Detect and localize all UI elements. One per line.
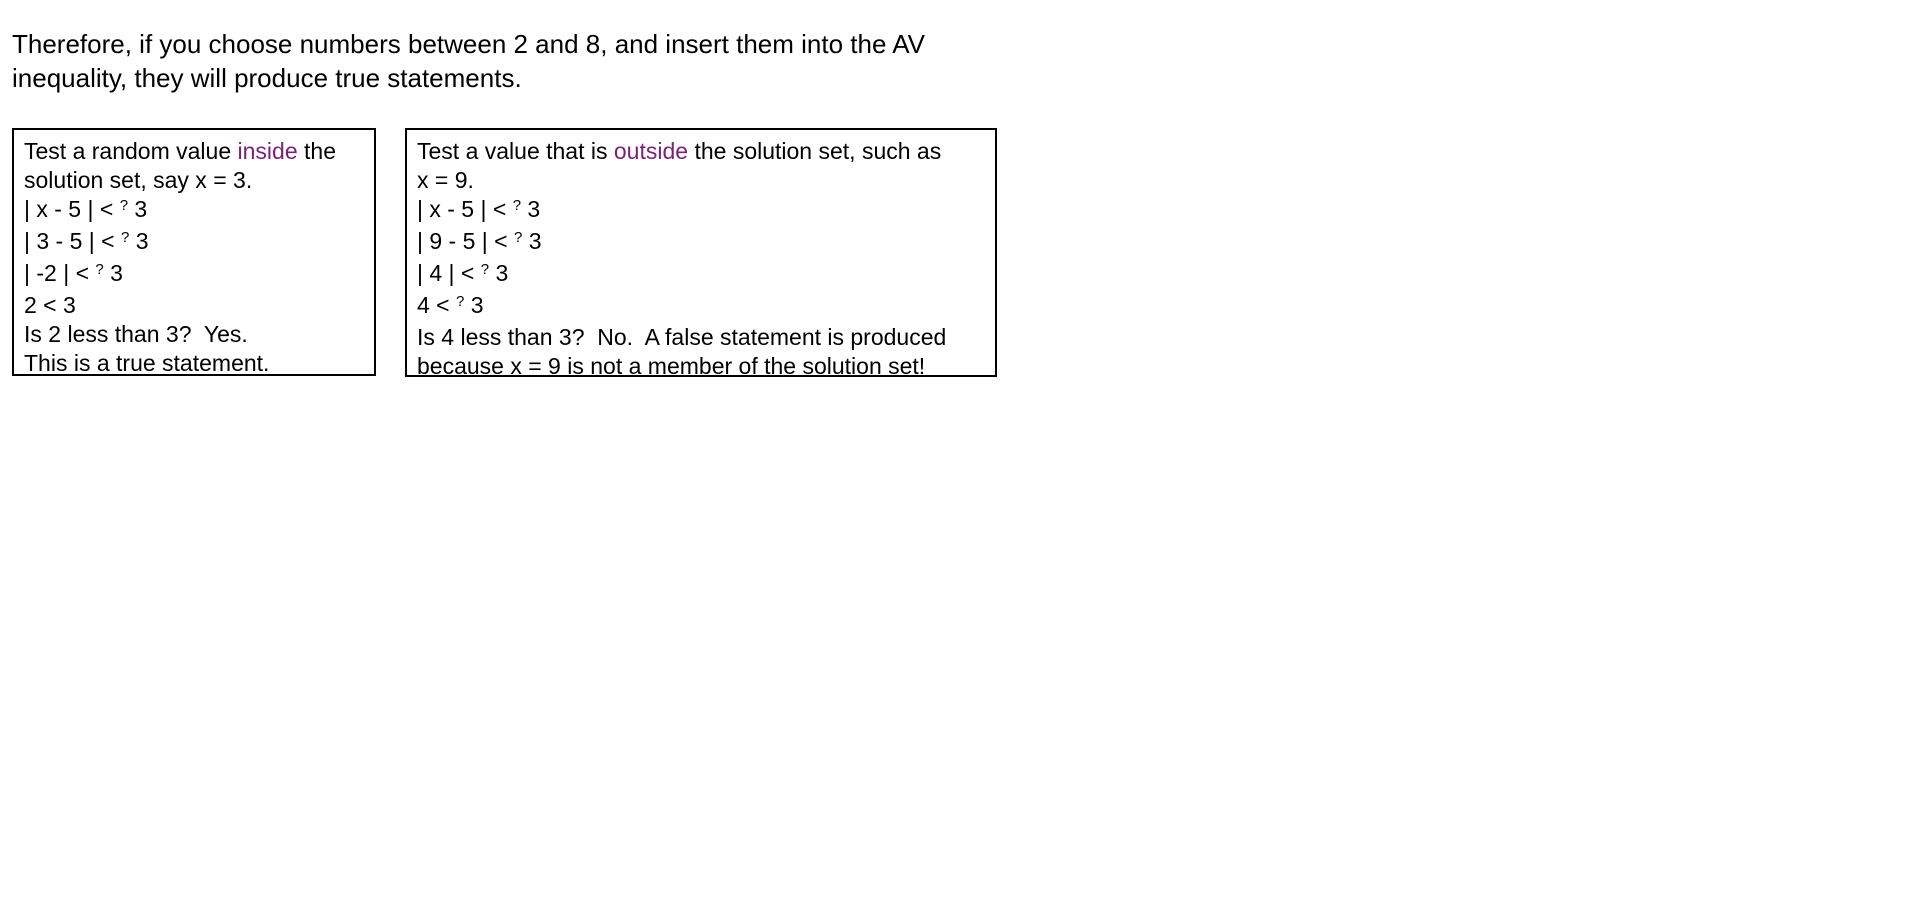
inside-keyword: inside <box>237 138 298 164</box>
outside-step-4-question-mark: ? <box>456 293 465 310</box>
outside-step-2: | 9 - 5 | < ? 3 <box>417 227 995 259</box>
inside-box-intro-before: Test a random value <box>24 138 238 164</box>
inside-step-1-question-mark: ? <box>119 197 129 214</box>
inside-step-3-rhs: 3 <box>103 260 123 286</box>
inside-step-2-rhs: 3 <box>129 228 149 254</box>
outside-step-3-question-mark: ? <box>480 261 490 278</box>
inside-step-2: | 3 - 5 | < ? 3 <box>24 227 374 259</box>
outside-value-test-box: Test a value that is outside the solutio… <box>405 128 997 379</box>
outside-conclusion: because x = 9 is not a member of the sol… <box>417 353 926 379</box>
intro-paragraph: Therefore, if you choose numbers between… <box>12 27 1112 95</box>
inside-result: 2 < 3 <box>24 292 76 318</box>
outside-box-intro-after: the solution set, such as <box>688 138 942 164</box>
inside-conclusion: This is a true statement. <box>24 350 270 376</box>
outside-keyword: outside <box>613 138 689 164</box>
intro-line-1: Therefore, if you choose numbers between… <box>12 29 925 59</box>
outside-step-1-rhs: 3 <box>521 196 541 222</box>
outside-step-3-rhs: 3 <box>489 260 509 286</box>
inside-step-1: | x - 5 | < ? 3 <box>24 195 374 227</box>
inside-step-1-rhs: 3 <box>128 196 148 222</box>
outside-step-3: | 4 | < ? 3 <box>417 259 995 291</box>
inside-box-intro-line-1: Test a random value inside the <box>24 137 374 166</box>
outside-box-intro-line-1: Test a value that is outside the solutio… <box>417 137 995 166</box>
inside-box-intro-after: the <box>297 138 336 164</box>
outside-step-1-question-mark: ? <box>512 197 522 214</box>
outside-step-4-lhs: 4 < <box>417 292 457 318</box>
outside-step-4: 4 < ? 3 <box>417 291 995 323</box>
outside-question: Is 4 less than 3? No. A false statement … <box>417 324 947 350</box>
inside-step-2-lhs: | 3 - 5 | < <box>24 228 121 254</box>
inside-box-intro-line-2: solution set, say x = 3. <box>24 167 253 193</box>
inside-question: Is 2 less than 3? Yes. <box>24 321 248 347</box>
outside-step-4-rhs: 3 <box>464 292 484 318</box>
inside-step-3-question-mark: ? <box>95 261 104 278</box>
inside-value-test-box: Test a random value inside the solution … <box>12 128 376 376</box>
outside-step-2-rhs: 3 <box>522 228 542 254</box>
intro-line-2: inequality, they will produce true state… <box>12 63 522 93</box>
inside-step-2-question-mark: ? <box>120 229 130 246</box>
inside-step-3-lhs: | -2 | < <box>24 260 96 286</box>
outside-step-2-question-mark: ? <box>513 229 523 246</box>
outside-box-intro-line-2: x = 9. <box>417 167 474 193</box>
outside-step-1-lhs: | x - 5 | < <box>417 196 513 222</box>
inside-step-1-lhs: | x - 5 | < <box>24 196 120 222</box>
inside-step-3: | -2 | < ? 3 <box>24 259 374 291</box>
outside-step-2-lhs: | 9 - 5 | < <box>417 228 514 254</box>
outside-step-1: | x - 5 | < ? 3 <box>417 195 995 227</box>
outside-box-intro-before: Test a value that is <box>417 138 614 164</box>
outside-step-3-lhs: | 4 | < <box>417 260 481 286</box>
